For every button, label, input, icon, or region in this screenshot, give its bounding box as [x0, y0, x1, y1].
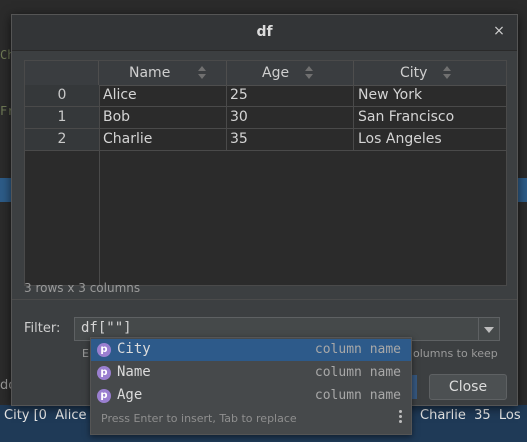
table-row[interactable]: 2 Charlie 35 Los Angeles	[25, 129, 506, 151]
close-icon[interactable]: ×	[491, 23, 507, 39]
dialog-titlebar: df ×	[12, 15, 517, 51]
property-icon: p	[97, 366, 111, 380]
cell-age[interactable]: 35	[230, 131, 248, 149]
filter-hint-fragment: olumns to keep	[413, 347, 498, 360]
completion-item[interactable]: p Name column name	[91, 362, 411, 384]
completion-item-name: Age	[117, 387, 143, 403]
rows-info: 3 rows x 3 columns	[24, 281, 141, 295]
column-header-label: City	[400, 65, 428, 81]
completion-item[interactable]: p City column name	[91, 339, 411, 361]
row-index: 0	[25, 85, 99, 106]
console-output-left: City [0 Alice	[4, 408, 87, 423]
property-icon: p	[97, 389, 111, 403]
row-index: 2	[25, 129, 99, 150]
completion-item-type: column name	[314, 388, 401, 403]
sort-icon[interactable]	[198, 66, 206, 80]
cell-name[interactable]: Charlie	[103, 131, 152, 149]
filter-hint-fragment: E	[82, 347, 89, 360]
completion-item-type: column name	[314, 365, 401, 380]
index-header	[25, 61, 99, 86]
dataframe-table: Name Age City 0 Alice 25 New York 1 Bob …	[24, 60, 507, 286]
completion-hint: Press Enter to insert, Tab to replace	[101, 412, 297, 425]
completion-item-name: Name	[117, 364, 151, 380]
cell-age[interactable]: 30	[230, 109, 248, 127]
column-header-age[interactable]: Age	[227, 61, 354, 86]
dialog-title: df	[256, 24, 273, 40]
sort-icon[interactable]	[305, 66, 313, 80]
cell-city[interactable]: New York	[358, 87, 422, 105]
cell-age[interactable]: 25	[230, 87, 248, 105]
close-button[interactable]: Close	[429, 374, 507, 400]
divider	[12, 299, 517, 300]
cell-name[interactable]: Alice	[103, 87, 137, 105]
cell-city[interactable]: Los Angeles	[358, 131, 442, 149]
cell-city[interactable]: San Francisco	[358, 109, 454, 127]
row-index: 1	[25, 107, 99, 128]
sort-icon[interactable]	[443, 66, 451, 80]
column-divider	[226, 85, 227, 151]
filter-label: Filter:	[24, 321, 61, 336]
chevron-down-icon[interactable]	[478, 318, 499, 340]
property-icon: p	[97, 343, 111, 357]
column-header-name[interactable]: Name	[99, 61, 227, 86]
completion-item-name: City	[117, 341, 151, 357]
cell-name[interactable]: Bob	[103, 109, 130, 127]
filter-input-value[interactable]: df[""]	[81, 320, 132, 336]
table-row[interactable]: 1 Bob 30 San Francisco	[25, 107, 506, 129]
console-output-right: Charlie 35 Los	[420, 408, 521, 423]
column-header-label: Name	[129, 65, 171, 81]
column-header-label: Age	[262, 65, 290, 81]
column-header-city[interactable]: City	[354, 61, 506, 86]
table-row[interactable]: 0 Alice 25 New York	[25, 85, 506, 107]
column-divider	[353, 85, 354, 151]
completion-item[interactable]: p Age column name	[91, 385, 411, 407]
more-options-icon[interactable]	[397, 410, 405, 424]
completion-item-type: column name	[314, 342, 401, 357]
completion-popup: p City column name p Name column name p …	[90, 337, 412, 435]
